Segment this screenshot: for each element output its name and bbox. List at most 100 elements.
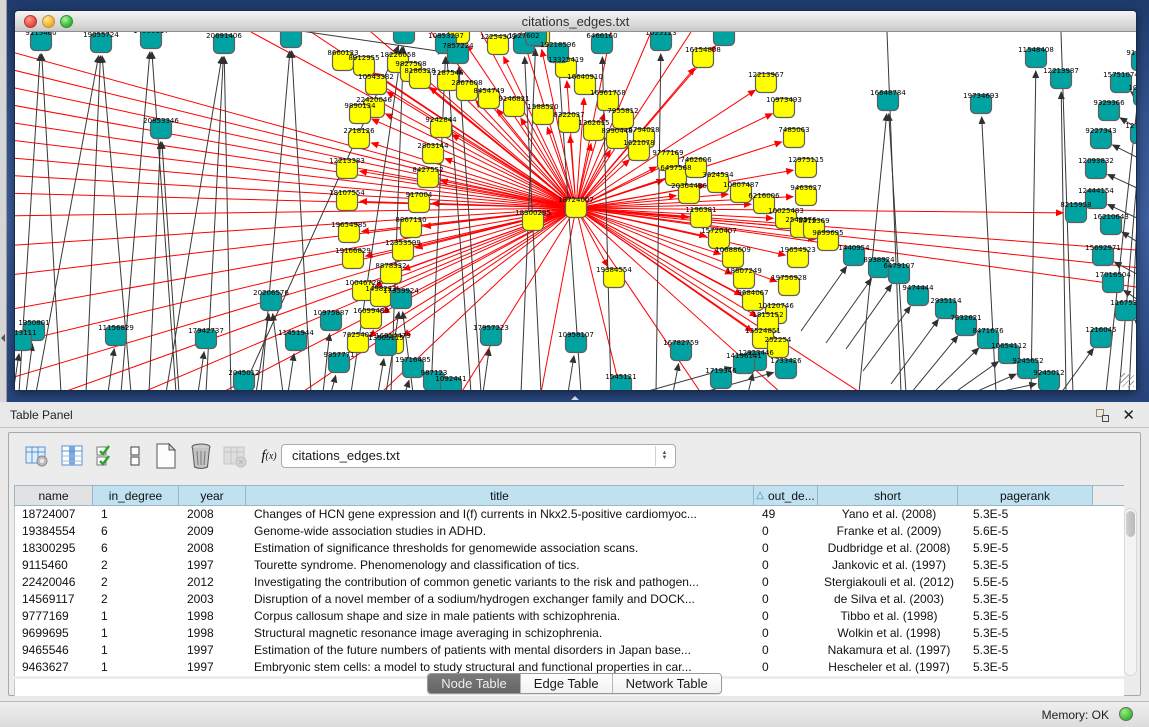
- network-graph-canvas[interactable]: 1872400781303041572351122543098660123891…: [15, 32, 1136, 390]
- table-scrollbar-thumb[interactable]: [1126, 511, 1135, 537]
- graph-edge[interactable]: [224, 57, 231, 390]
- graph-edge[interactable]: [288, 354, 294, 390]
- table-cell: 0: [755, 523, 819, 540]
- graph-node-2887682[interactable]: [714, 32, 735, 46]
- graph-edge[interactable]: [15, 354, 19, 390]
- tab-network-table[interactable]: Network Table: [613, 674, 721, 693]
- graph-node-9465546[interactable]: [281, 32, 302, 48]
- graph-edge[interactable]: [301, 32, 445, 52]
- graph-edge[interactable]: [568, 356, 574, 390]
- graph-edge[interactable]: [152, 52, 176, 390]
- tab-node-table[interactable]: Node Table: [428, 674, 521, 693]
- table-row[interactable]: 911546021997Tourette syndrome. Phenomeno…: [15, 557, 1124, 574]
- table-row[interactable]: 1872400712008Changes of HCN gene express…: [15, 506, 1124, 523]
- table-selector-combobox[interactable]: citations_edges.txt ▲▼: [281, 444, 676, 468]
- column-header-pagerank[interactable]: pagerank: [958, 486, 1093, 505]
- graph-edge[interactable]: [576, 208, 701, 390]
- column-header-short[interactable]: short: [818, 486, 958, 505]
- graph-edge[interactable]: [405, 380, 409, 390]
- graph-node-label: 16640910: [567, 73, 603, 81]
- table-settings-icon[interactable]: [23, 442, 51, 470]
- graph-edge[interactable]: [911, 336, 958, 390]
- table-row[interactable]: 1938455462009Genome-wide association stu…: [15, 523, 1124, 540]
- graph-node-label: 9146821: [498, 95, 529, 103]
- column-header-name[interactable]: name: [14, 486, 93, 505]
- graph-edge[interactable]: [933, 348, 979, 390]
- column-header-title[interactable]: title: [246, 486, 754, 505]
- graph-edge[interactable]: [1129, 147, 1136, 390]
- table-cell: 5.3E-5: [959, 591, 1094, 608]
- graph-node-label: 7955812: [607, 107, 638, 115]
- graph-edge[interactable]: [108, 349, 114, 390]
- graph-edge[interactable]: [15, 121, 576, 208]
- table-row[interactable]: 1830029562008Estimation of significance …: [15, 540, 1124, 557]
- function-builder-icon[interactable]: f(x): [255, 442, 283, 470]
- graph-edge[interactable]: [15, 208, 576, 381]
- table-row[interactable]: 2242004622012Investigating the contribut…: [15, 574, 1124, 591]
- graph-node-label: 8867130: [395, 216, 426, 224]
- graph-node-label: 18107554: [329, 189, 365, 197]
- graph-edge[interactable]: [162, 142, 179, 390]
- graph-edge[interactable]: [1122, 232, 1136, 250]
- node-table-header[interactable]: namein_degreeyeartitle△out_de...shortpag…: [14, 485, 1124, 506]
- delete-table-icon[interactable]: [187, 442, 215, 470]
- table-panel: Table Panel ✕: [0, 402, 1149, 701]
- graph-node-16033809[interactable]: [394, 32, 415, 44]
- graph-node-label: 10025483: [768, 207, 804, 215]
- graph-edge[interactable]: [86, 56, 100, 390]
- graph-edge[interactable]: [15, 208, 576, 216]
- graph-edge[interactable]: [149, 142, 160, 390]
- node-table-body[interactable]: 1872400712008Changes of HCN gene express…: [14, 506, 1124, 676]
- graph-edge[interactable]: [198, 352, 204, 390]
- memory-ok-indicator[interactable]: [1119, 707, 1133, 721]
- graph-edge[interactable]: [403, 312, 413, 390]
- graph-edge[interactable]: [15, 208, 576, 311]
- graph-edge[interactable]: [748, 374, 753, 390]
- graph-node-label: 19166829: [335, 247, 371, 255]
- network-desktop: citations_edges.txt 1872400781: [0, 0, 1149, 402]
- network-window-titlebar[interactable]: citations_edges.txt: [15, 11, 1136, 32]
- table-row[interactable]: 977716911998Corpus callosum shape and si…: [15, 608, 1124, 625]
- table-cell: Yano et al. (2008): [819, 506, 959, 523]
- tab-edge-table[interactable]: Edge Table: [521, 674, 613, 693]
- graph-edge[interactable]: [483, 349, 489, 390]
- graph-edge[interactable]: [1031, 71, 1036, 390]
- column-header-out_de[interactable]: △out_de...: [754, 486, 818, 505]
- close-panel-icon[interactable]: ✕: [1122, 406, 1135, 424]
- graph-edge[interactable]: [331, 376, 336, 390]
- graph-node-label: 19384554: [596, 266, 632, 274]
- graph-edge[interactable]: [1135, 320, 1136, 336]
- graph-edge[interactable]: [42, 54, 61, 390]
- graph-edge[interactable]: [15, 49, 576, 208]
- table-scrollbar[interactable]: [1124, 508, 1137, 676]
- graph-edge[interactable]: [273, 314, 283, 390]
- panel-collapse-arrow-icon[interactable]: [1, 334, 5, 342]
- graph-edge[interactable]: [994, 384, 1036, 390]
- graph-edge[interactable]: [15, 139, 576, 208]
- graph-edge[interactable]: [372, 119, 576, 208]
- graph-edge[interactable]: [656, 54, 661, 390]
- float-panel-icon[interactable]: [1096, 409, 1109, 422]
- graph-node-label: 20691406: [206, 32, 242, 40]
- window-resize-grip[interactable]: [1120, 373, 1134, 387]
- table-row[interactable]: 969969511998Structural magnetic resonanc…: [15, 625, 1124, 642]
- graph-edge[interactable]: [36, 56, 99, 390]
- table-row[interactable]: 1456911722003Disruption of a novel membe…: [15, 591, 1124, 608]
- graph-edge[interactable]: [15, 175, 576, 208]
- table-cell: 6: [94, 540, 180, 557]
- graph-edge[interactable]: [973, 374, 1016, 390]
- table-selector-value: citations_edges.txt: [292, 448, 400, 463]
- graph-edge[interactable]: [673, 364, 679, 390]
- new-table-icon[interactable]: [152, 442, 180, 470]
- graph-edge[interactable]: [801, 267, 846, 331]
- select-columns-icon[interactable]: [93, 442, 121, 470]
- graph-edge[interactable]: [863, 306, 910, 371]
- row-height-icon[interactable]: [122, 442, 150, 470]
- table-row[interactable]: 946554611997Estimation of the future num…: [15, 642, 1124, 659]
- graph-edge[interactable]: [378, 359, 384, 390]
- show-columns-icon[interactable]: [59, 442, 87, 470]
- column-header-in_degree[interactable]: in_degree: [93, 486, 179, 505]
- column-header-year[interactable]: year: [179, 486, 246, 505]
- graph-edge[interactable]: [1061, 92, 1066, 390]
- network-view-window[interactable]: citations_edges.txt 1872400781: [14, 10, 1137, 390]
